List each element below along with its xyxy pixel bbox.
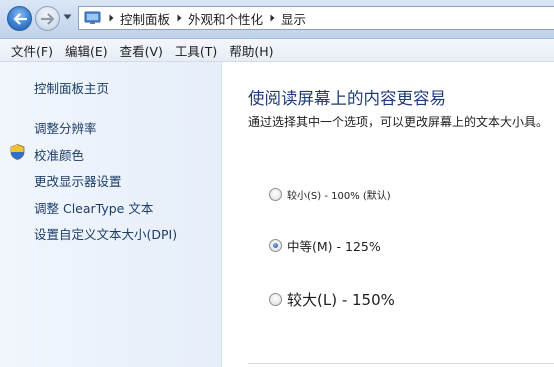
option-larger[interactable]: 较大(L) - 150%	[269, 289, 395, 310]
main-content: 使阅读屏幕上的内容更容易 通过选择其中一个选项，可以更改屏幕上的文本大小具。 较…	[222, 62, 554, 367]
radio-button-selected[interactable]	[269, 239, 282, 252]
task-pane: 控制面板主页 调整分辨率 校准颜色 更改显示器设置 调整 ClearType 文…	[0, 62, 222, 367]
back-button[interactable]	[7, 6, 32, 31]
menu-view[interactable]: 查看(V)	[120, 41, 163, 60]
divider	[248, 363, 554, 364]
option-label: 较小(S) - 100% (默认)	[287, 191, 391, 202]
chevron-right-icon[interactable]	[109, 14, 114, 22]
sidebar-link-calibrate-color[interactable]: 校准颜色	[34, 145, 84, 164]
menu-help[interactable]: 帮助(H)	[229, 41, 273, 60]
radio-button[interactable]	[269, 293, 282, 306]
page-title: 使阅读屏幕上的内容更容易	[248, 89, 446, 108]
option-label: 较大(L) - 150%	[287, 291, 395, 309]
page-description: 通过选择其中一个选项，可以更改屏幕上的文本大小具。	[248, 115, 549, 129]
recent-pages-dropdown-icon[interactable]	[63, 14, 72, 20]
sidebar-link-adjust-resolution[interactable]: 调整分辨率	[34, 118, 97, 137]
uac-shield-icon	[10, 144, 25, 160]
radio-button[interactable]	[269, 188, 282, 201]
menu-edit[interactable]: 编辑(E)	[65, 41, 108, 60]
menu-bar: 文件(F) 编辑(E) 查看(V) 工具(T) 帮助(H)	[0, 39, 554, 62]
menu-file[interactable]: 文件(F)	[11, 41, 53, 60]
chevron-right-icon[interactable]	[177, 14, 182, 22]
breadcrumb-display[interactable]: 显示	[281, 9, 306, 28]
chevron-right-icon[interactable]	[270, 14, 275, 22]
control-panel-icon	[84, 10, 102, 26]
forward-arrow-icon	[40, 12, 54, 25]
option-smaller[interactable]: 较小(S) - 100% (默认)	[269, 187, 391, 202]
option-medium[interactable]: 中等(M) - 125%	[269, 236, 381, 255]
address-bar: 控制面板 外观和个性化 显示	[0, 0, 554, 39]
address-box[interactable]: 控制面板 外观和个性化 显示	[78, 6, 554, 30]
sidebar-link-cleartype[interactable]: 调整 ClearType 文本	[34, 198, 153, 217]
forward-button[interactable]	[35, 6, 60, 31]
back-arrow-icon	[13, 12, 27, 25]
menu-tools[interactable]: 工具(T)	[175, 41, 217, 60]
breadcrumb-appearance[interactable]: 外观和个性化	[188, 9, 263, 28]
option-label: 中等(M) - 125%	[287, 239, 381, 254]
sidebar-link-custom-dpi[interactable]: 设置自定义文本大小(DPI)	[34, 224, 177, 243]
sidebar-link-control-panel-home[interactable]: 控制面板主页	[34, 78, 109, 97]
breadcrumb-control-panel[interactable]: 控制面板	[120, 9, 170, 28]
sidebar-link-display-settings[interactable]: 更改显示器设置	[34, 171, 122, 190]
